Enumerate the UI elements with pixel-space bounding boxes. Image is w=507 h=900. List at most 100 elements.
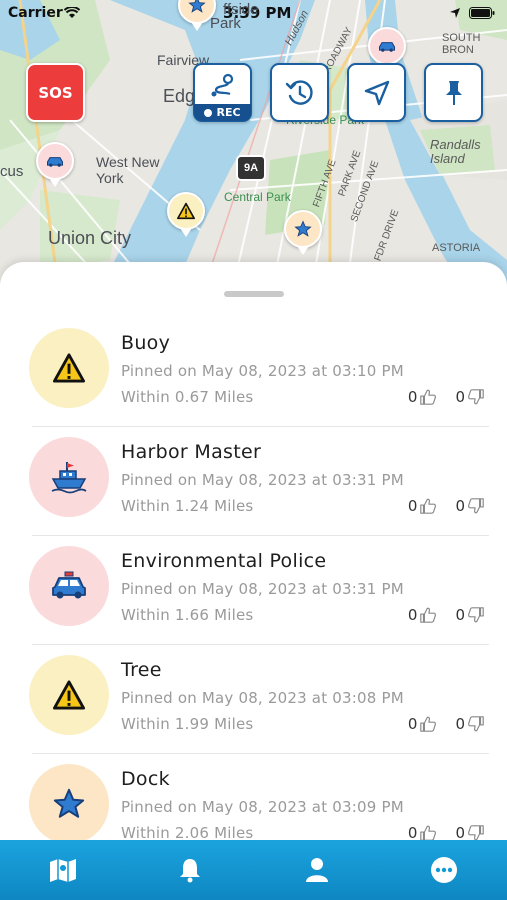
like-count: 0 bbox=[407, 606, 418, 624]
thumbs-down-icon bbox=[468, 498, 484, 514]
pin-votes: 00 bbox=[394, 715, 485, 733]
pin-title: Dock bbox=[121, 768, 170, 790]
pin-avatar bbox=[29, 328, 109, 408]
pin-title: Tree bbox=[121, 659, 162, 681]
rec-label: REC bbox=[216, 106, 241, 119]
pin-list-item[interactable]: Environmental Police Pinned on May 08, 20… bbox=[29, 536, 489, 645]
star-icon bbox=[188, 0, 206, 13]
map-label-edgewater: Edg bbox=[163, 86, 196, 106]
more-icon bbox=[430, 857, 457, 883]
pin-distance: Within 0.67 Miles bbox=[121, 388, 254, 406]
pin-title: Harbor Master bbox=[121, 441, 262, 463]
map-icon bbox=[50, 859, 77, 882]
pin-distance: Within 1.99 Miles bbox=[121, 715, 254, 733]
thumbs-up-icon bbox=[420, 498, 437, 514]
map-label-affside: ffside bbox=[223, 1, 259, 18]
boat-icon bbox=[50, 460, 88, 494]
thumbs-down-icon bbox=[468, 607, 484, 623]
tab-more[interactable] bbox=[414, 845, 474, 895]
like-button[interactable]: 0 bbox=[408, 715, 438, 733]
map-view[interactable]: Carrier 3:39 PM Fairview Edg West New Yo… bbox=[0, 0, 507, 300]
pin-title: Buoy bbox=[121, 332, 171, 354]
map-label-west-new-york: West New York bbox=[96, 154, 160, 186]
like-button[interactable]: 0 bbox=[408, 606, 438, 624]
tab-map[interactable] bbox=[33, 845, 93, 895]
pin-avatar bbox=[29, 437, 109, 517]
sos-button[interactable]: SOS bbox=[26, 63, 85, 122]
record-dot-icon bbox=[204, 108, 213, 117]
map-label-central-park: Central Park bbox=[224, 190, 291, 204]
pin-distance: Within 1.66 Miles bbox=[121, 606, 254, 624]
warning-icon bbox=[51, 679, 87, 711]
rec-badge: REC bbox=[194, 104, 251, 121]
pin-distance: Within 1.24 Miles bbox=[121, 497, 254, 515]
thumbs-up-icon bbox=[420, 389, 437, 405]
carrier-label: Carrier bbox=[8, 5, 63, 21]
wifi-icon bbox=[63, 5, 81, 23]
pin-votes: 00 bbox=[394, 388, 485, 406]
pin-avatar bbox=[29, 764, 109, 844]
map-label-union-city: Union City bbox=[48, 228, 132, 248]
police-car-icon bbox=[47, 157, 63, 167]
pin-icon bbox=[445, 80, 462, 105]
pin-title: Environmental Police bbox=[121, 550, 327, 572]
history-icon bbox=[285, 79, 313, 105]
dislike-button[interactable]: 0 bbox=[455, 388, 485, 406]
tab-notifications[interactable] bbox=[160, 845, 220, 895]
pin-date: Pinned on May 08, 2023 at 03:10 PM bbox=[121, 362, 404, 380]
map-marker-police-2[interactable] bbox=[36, 142, 74, 187]
dislike-count: 0 bbox=[455, 715, 465, 733]
thumbs-up-icon bbox=[420, 716, 437, 732]
history-button[interactable] bbox=[270, 63, 329, 122]
pin-votes: 00 bbox=[394, 606, 485, 624]
pin-date: Pinned on May 08, 2023 at 03:31 PM bbox=[121, 471, 404, 489]
bell-icon bbox=[180, 859, 201, 883]
like-count: 0 bbox=[407, 388, 418, 406]
battery-icon bbox=[469, 5, 495, 23]
police-car-icon bbox=[379, 42, 395, 52]
navigation-arrow-icon bbox=[364, 80, 389, 105]
like-button[interactable]: 0 bbox=[408, 497, 438, 515]
map-label-astoria: ASTORIA bbox=[432, 242, 481, 254]
pin-list-item[interactable]: Buoy Pinned on May 08, 2023 at 03:10 PM Wi… bbox=[29, 318, 489, 427]
star-icon bbox=[294, 220, 312, 237]
pins-sheet[interactable]: Buoy Pinned on May 08, 2023 at 03:10 PM Wi… bbox=[0, 262, 507, 900]
police-car-icon bbox=[50, 570, 88, 602]
dislike-button[interactable]: 0 bbox=[455, 606, 485, 624]
tab-bar bbox=[0, 840, 507, 900]
like-count: 0 bbox=[407, 715, 418, 733]
pin-date: Pinned on May 08, 2023 at 03:09 PM bbox=[121, 798, 404, 816]
like-button[interactable]: 0 bbox=[408, 388, 438, 406]
pin-avatar bbox=[29, 546, 109, 626]
like-count: 0 bbox=[407, 497, 418, 515]
dislike-count: 0 bbox=[455, 606, 465, 624]
pin-date: Pinned on May 08, 2023 at 03:31 PM bbox=[121, 580, 404, 598]
thumbs-down-icon bbox=[468, 389, 484, 405]
thumbs-up-icon bbox=[420, 607, 437, 623]
highway-shield: 9A bbox=[236, 155, 266, 181]
pin-avatar bbox=[29, 655, 109, 735]
map-marker-dock-2[interactable] bbox=[284, 210, 322, 255]
location-arrow-icon bbox=[449, 5, 461, 23]
dislike-count: 0 bbox=[455, 388, 465, 406]
pin-list-item[interactable]: Tree Pinned on May 08, 2023 at 03:08 PM Wi… bbox=[29, 645, 489, 754]
map-label-south-bronx: SOUTH BRON bbox=[442, 32, 481, 56]
pin-list-item[interactable]: Harbor Master Pinned on May 08, 2023 at 0… bbox=[29, 427, 489, 536]
route-icon bbox=[211, 73, 233, 96]
pin-votes: 00 bbox=[394, 497, 485, 515]
dislike-button[interactable]: 0 bbox=[455, 715, 485, 733]
map-marker-warning[interactable] bbox=[167, 192, 205, 237]
pin-button[interactable] bbox=[424, 63, 483, 122]
thumbs-down-icon bbox=[468, 716, 484, 732]
dislike-button[interactable]: 0 bbox=[455, 497, 485, 515]
map-label-randalls-island: Randalls Island bbox=[430, 137, 481, 166]
pin-date: Pinned on May 08, 2023 at 03:08 PM bbox=[121, 689, 404, 707]
dislike-count: 0 bbox=[455, 497, 465, 515]
map-marker-police[interactable] bbox=[368, 27, 406, 72]
tab-profile[interactable] bbox=[287, 845, 347, 895]
warning-icon bbox=[51, 352, 87, 384]
navigate-button[interactable] bbox=[347, 63, 406, 122]
sheet-drag-handle[interactable] bbox=[224, 291, 284, 297]
star-icon bbox=[52, 787, 86, 821]
record-route-button[interactable]: REC bbox=[193, 63, 252, 122]
